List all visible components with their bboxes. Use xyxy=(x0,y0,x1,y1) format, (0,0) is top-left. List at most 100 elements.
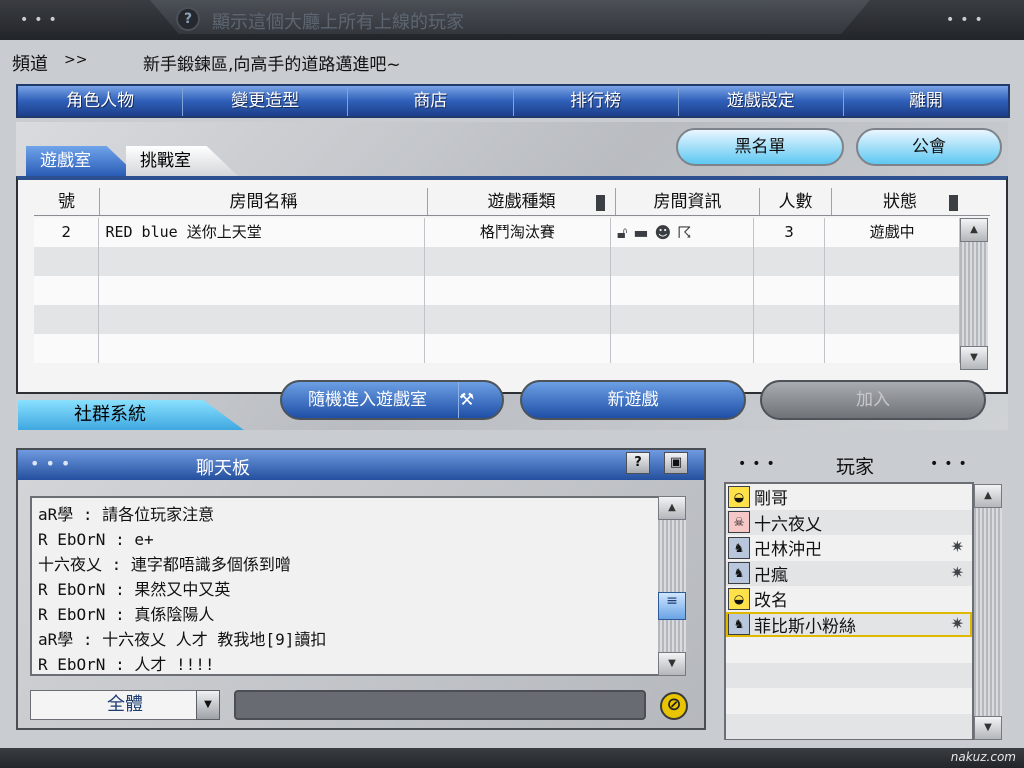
decor-dots: ••• xyxy=(738,456,781,472)
block-icon[interactable]: ⊘ xyxy=(660,692,688,720)
scroll-thumb[interactable]: ≡ xyxy=(658,592,686,620)
room-number xyxy=(34,305,100,334)
join-button[interactable]: 加入 xyxy=(760,380,986,420)
random-join-button[interactable]: 隨機進入遊戲室 ⚒ xyxy=(280,380,504,420)
room-number xyxy=(34,276,100,305)
scroll-up-icon[interactable]: ▲ xyxy=(658,496,686,520)
busy-icon: ✷ xyxy=(950,613,964,633)
scroll-down-icon[interactable]: ▼ xyxy=(974,716,1002,740)
room-status xyxy=(825,334,960,363)
egg-avatar-icon: ◒ xyxy=(728,587,750,610)
room-name xyxy=(99,334,425,363)
gun-icon: ▬ xyxy=(633,223,649,242)
filter-icon[interactable] xyxy=(596,195,605,211)
ghost-avatar-icon: ☠ xyxy=(728,511,750,534)
room-info: 🔓︎ ▬ ☻ ☈ xyxy=(611,218,754,247)
room-game-type xyxy=(425,276,611,305)
smiley-icon: ☻ xyxy=(654,223,672,242)
player-item xyxy=(726,637,972,663)
room-scrollbar[interactable]: ▲ ▼ xyxy=(960,218,988,370)
help-icon[interactable]: ? xyxy=(176,7,200,31)
chevron-down-icon[interactable]: ▼ xyxy=(196,690,220,720)
decor-dots: ••• xyxy=(20,12,63,28)
room-player-count xyxy=(754,247,826,276)
decor-dots: ••• xyxy=(30,454,77,473)
room-name xyxy=(99,247,425,276)
man-avatar-icon: ♞ xyxy=(728,562,750,585)
channel-label: 頻道 xyxy=(12,54,48,75)
chat-scrollbar[interactable]: ▲ ≡ ▼ xyxy=(658,496,686,676)
room-table-header: 號 房間名稱 遊戲種類 房間資訊 人數 狀態 xyxy=(34,188,990,216)
room-player-count xyxy=(754,276,826,305)
room-name xyxy=(99,305,425,334)
player-item[interactable]: ♞ 卍林沖卍 ✷ xyxy=(726,535,972,561)
watermark: nakuz.com xyxy=(950,750,1016,764)
room-info xyxy=(611,305,754,334)
chat-message: aR學 : 十六夜乂 人才 教我地[9]讀扣 xyxy=(38,630,327,649)
menu-game-settings[interactable]: 遊戲設定 xyxy=(679,86,844,116)
table-row[interactable] xyxy=(34,247,960,276)
player-scrollbar[interactable]: ▲ ▼ xyxy=(974,484,1002,740)
player-item xyxy=(726,713,972,739)
filter-icon[interactable] xyxy=(949,195,958,211)
menu-shop[interactable]: 商店 xyxy=(348,86,514,116)
chat-message: 十六夜乂 : 連字都唔識多個係到噌 xyxy=(38,555,291,574)
man-avatar-icon: ♞ xyxy=(728,536,750,559)
menu-character[interactable]: 角色人物 xyxy=(18,86,184,116)
table-row[interactable]: 2 RED blue 送你上天堂 格鬥淘汰賽 🔓︎ ▬ ☻ ☈ 3 遊戲中 xyxy=(34,218,960,247)
chat-input[interactable] xyxy=(234,690,646,720)
chat-maximize-button[interactable]: ▣ xyxy=(664,452,688,474)
busy-icon: ✷ xyxy=(950,537,964,556)
chat-message: R EbOrN : e+ xyxy=(38,530,154,549)
column-player-count[interactable]: 人數 xyxy=(760,188,832,215)
room-list: 2 RED blue 送你上天堂 格鬥淘汰賽 🔓︎ ▬ ☻ ☈ 3 遊戲中 xyxy=(34,218,960,370)
column-game-type-label: 遊戲種類 xyxy=(487,192,556,212)
status-hint: 顯示這個大廳上所有上線的玩家 xyxy=(212,12,464,33)
player-item[interactable]: ☠ 十六夜乂 xyxy=(726,509,972,535)
blacklist-button[interactable]: 黑名單 xyxy=(676,128,844,166)
room-player-count: 3 xyxy=(754,218,826,247)
player-item[interactable]: ◒ 剛哥 xyxy=(726,484,972,510)
scroll-down-icon[interactable]: ▼ xyxy=(960,346,988,370)
channel-name: 新手鍛鍊區,向高手的道路邁進吧~ xyxy=(143,55,401,75)
room-number: 2 xyxy=(34,218,100,247)
column-number[interactable]: 號 xyxy=(34,188,100,215)
new-game-button[interactable]: 新遊戲 xyxy=(520,380,746,420)
channel-arrow: >> xyxy=(64,52,88,68)
room-player-count xyxy=(754,305,826,334)
player-item[interactable]: ♞ 菲比斯小粉絲 ✷ xyxy=(726,611,972,637)
lock-open-icon: 🔓︎ xyxy=(617,223,628,242)
chat-titlebar: ••• 聊天板 xyxy=(18,450,704,480)
table-row[interactable] xyxy=(34,305,960,334)
menu-exit[interactable]: 離開 xyxy=(844,86,1008,116)
column-room-info[interactable]: 房間資訊 xyxy=(616,188,760,215)
chat-message: aR學 : 請各位玩家注意 xyxy=(38,505,215,524)
table-row[interactable] xyxy=(34,334,960,363)
room-status xyxy=(825,276,960,305)
scroll-up-icon[interactable]: ▲ xyxy=(974,484,1002,508)
player-item[interactable]: ◒ 改名 xyxy=(726,586,972,612)
player-name: 改名 xyxy=(754,591,788,612)
scroll-down-icon[interactable]: ▼ xyxy=(658,652,686,676)
player-item[interactable]: ♞ 卍瘋 ✷ xyxy=(726,560,972,586)
chat-target-select[interactable]: 全體 xyxy=(30,690,220,720)
room-game-type xyxy=(425,334,611,363)
room-player-count xyxy=(754,334,826,363)
menu-ranking[interactable]: 排行榜 xyxy=(514,86,679,116)
column-game-type[interactable]: 遊戲種類 xyxy=(428,188,616,215)
menu-change-look[interactable]: 變更造型 xyxy=(183,86,349,116)
room-game-type: 格鬥淘汰賽 xyxy=(425,218,611,247)
room-status xyxy=(825,247,960,276)
players-header: ••• 玩家 ••• xyxy=(724,452,994,480)
scroll-up-icon[interactable]: ▲ xyxy=(960,218,988,242)
chat-help-button[interactable]: ? xyxy=(626,452,650,474)
players-title: 玩家 xyxy=(836,456,875,478)
decor-dots: ••• xyxy=(930,456,973,472)
column-status[interactable]: 狀態 xyxy=(832,188,968,215)
table-row[interactable] xyxy=(34,276,960,305)
room-game-type xyxy=(425,247,611,276)
guild-button[interactable]: 公會 xyxy=(856,128,1002,166)
room-number xyxy=(34,247,100,276)
hammer-icon: ⚒ xyxy=(458,382,494,418)
column-room-name[interactable]: 房間名稱 xyxy=(100,188,428,215)
